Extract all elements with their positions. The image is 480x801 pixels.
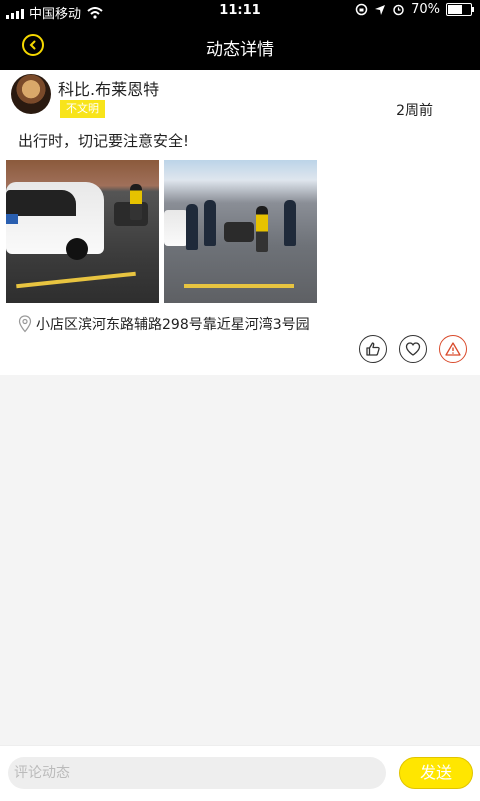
- status-bar: 中国移动 11:11 70%: [0, 0, 480, 22]
- road-line-shape: [184, 284, 294, 288]
- location-text: 小店区滨河东路辅路298号靠近星河湾3号园: [36, 317, 310, 333]
- thumbs-up-icon: [366, 342, 380, 356]
- scooter-shape: [224, 222, 254, 242]
- post-card: 科比.布莱恩特 不文明 2周前 出行时，切记要注意安全! 小店区滨河东路辅路29…: [0, 70, 480, 375]
- post-time: 2周前: [396, 103, 433, 119]
- favorite-button[interactable]: [399, 335, 427, 363]
- post-photo-1[interactable]: [6, 160, 159, 303]
- nav-bar: 动态详情: [0, 22, 480, 70]
- battery-percent: 70%: [411, 2, 440, 17]
- post-text: 出行时，切记要注意安全!: [18, 132, 190, 150]
- heart-icon: [405, 342, 421, 356]
- author-name[interactable]: 科比.布莱恩特: [58, 76, 159, 100]
- license-plate-shape: [6, 214, 18, 224]
- alarm-icon: [393, 4, 404, 16]
- category-tag: 不文明: [60, 100, 105, 118]
- person-shape: [256, 206, 268, 252]
- car-window-shape: [6, 190, 76, 216]
- rotation-lock-icon: [355, 3, 368, 16]
- battery-level: [448, 5, 462, 14]
- location-arrow-icon: [375, 4, 386, 15]
- location-row: 小店区滨河东路辅路298号靠近星河湾3号园: [18, 314, 310, 334]
- car-shape: [164, 210, 188, 246]
- like-button[interactable]: [359, 335, 387, 363]
- warning-icon: [445, 342, 461, 356]
- comment-input[interactable]: [8, 757, 386, 789]
- location-pin-icon: [18, 315, 32, 333]
- wheel-shape: [66, 238, 88, 260]
- road-line-shape: [16, 271, 136, 289]
- page-title: 动态详情: [206, 40, 274, 60]
- post-photo-2[interactable]: [164, 160, 317, 303]
- status-right: 70%: [355, 2, 474, 17]
- person-shape: [130, 184, 142, 220]
- battery-icon: [446, 3, 474, 16]
- report-button[interactable]: [439, 335, 467, 363]
- send-button[interactable]: 发送: [399, 757, 473, 789]
- person-shape: [186, 204, 198, 250]
- avatar[interactable]: [11, 74, 51, 114]
- comment-bar: 发送: [0, 745, 480, 801]
- person-shape: [284, 200, 296, 246]
- person-shape: [204, 200, 216, 246]
